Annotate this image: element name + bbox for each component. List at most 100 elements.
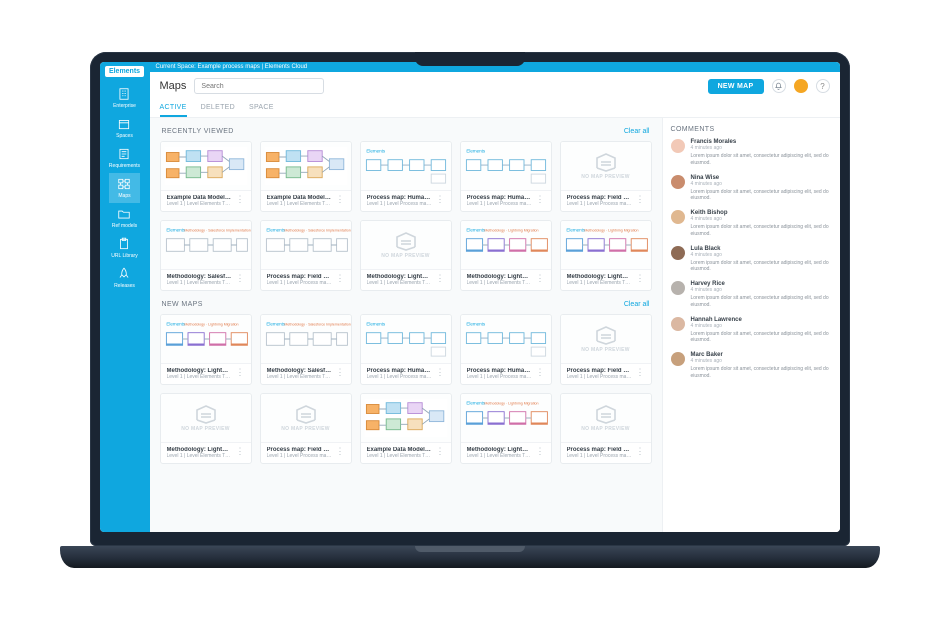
card-grid: ElementsMethodology · Lightning Migratio… (160, 314, 652, 464)
more-icon[interactable]: ⋮ (436, 447, 445, 456)
map-card[interactable]: Example Data Model to suppo…Level 1 | Le… (360, 393, 452, 464)
comment-item[interactable]: Keith Bishop4 minutes agoLorem ipsum dol… (671, 210, 832, 238)
comment-avatar (671, 352, 685, 366)
notification-icon[interactable] (772, 79, 786, 93)
map-card[interactable]: ElementsMethodology · Lightning Migratio… (160, 314, 252, 385)
more-icon[interactable]: ⋮ (636, 368, 645, 377)
map-card[interactable]: ElementsProcess map: Human Capital …Leve… (360, 314, 452, 385)
map-card[interactable]: ElementsMethodology · Lightning Migratio… (460, 393, 552, 464)
new-map-button[interactable]: NEW MAP (708, 79, 764, 94)
more-icon[interactable]: ⋮ (636, 447, 645, 456)
map-thumbnail: NO MAP PREVIEW (561, 394, 651, 442)
map-subtitle: Level 1 | Level Process map: Fie… (267, 453, 332, 459)
more-icon[interactable]: ⋮ (636, 274, 645, 283)
tab-active[interactable]: ACTIVE (160, 100, 187, 117)
more-icon[interactable]: ⋮ (636, 195, 645, 204)
more-icon[interactable]: ⋮ (336, 368, 345, 377)
map-subtitle: Level 1 | Level Elements Tutorial (567, 280, 632, 286)
map-card[interactable]: NO MAP PREVIEWMethodology: Lightning Mig… (160, 393, 252, 464)
sidebar-item-spaces[interactable]: Spaces (109, 113, 140, 143)
box-icon (117, 117, 131, 131)
maps-scroll-area[interactable]: RECENTLY VIEWEDClear allExample Data Mod… (150, 118, 662, 532)
map-thumbnail: Elements (361, 315, 451, 363)
comment-time: 4 minutes ago (691, 181, 832, 187)
map-card[interactable]: ElementsProcess map: Human Capital …Leve… (460, 141, 552, 212)
map-subtitle: Level 1 | Level Elements Tutorial (167, 280, 232, 286)
comment-item[interactable]: Lula Black4 minutes agoLorem ipsum dolor… (671, 246, 832, 274)
sidebar-item-url-library[interactable]: URL Library (109, 233, 140, 263)
more-icon[interactable]: ⋮ (336, 447, 345, 456)
comment-time: 4 minutes ago (691, 358, 832, 364)
svg-text:Elements: Elements (166, 228, 186, 233)
map-card[interactable]: Example Data Model to suppo…Level 1 | Le… (160, 141, 252, 212)
comment-item[interactable]: Hannah Lawrence4 minutes agoLorem ipsum … (671, 317, 832, 345)
sidebar-item-ref-models[interactable]: Ref models (109, 203, 140, 233)
sidebar-item-releases[interactable]: Releases (109, 263, 140, 293)
sidebar-item-label: Maps (118, 193, 130, 199)
more-icon[interactable]: ⋮ (536, 195, 545, 204)
map-card[interactable]: NO MAP PREVIEWProcess map: Field Service… (560, 141, 652, 212)
rocket-icon (117, 267, 131, 281)
svg-text:Methodology · Lightning Migrat: Methodology · Lightning Migration (584, 229, 638, 233)
map-card[interactable]: ElementsMethodology · Salesforce Impleme… (260, 314, 352, 385)
comment-text: Lorem ipsum dolor sit amet, consectetur … (691, 366, 832, 380)
search-input[interactable] (194, 78, 324, 94)
comment-avatar (671, 317, 685, 331)
more-icon[interactable]: ⋮ (536, 368, 545, 377)
more-icon[interactable]: ⋮ (236, 195, 245, 204)
laptop-bezel: Elements EnterpriseSpacesRequirements Map… (90, 52, 850, 546)
more-icon[interactable]: ⋮ (436, 274, 445, 283)
section-title: NEW MAPS (162, 301, 203, 308)
more-icon[interactable]: ⋮ (236, 274, 245, 283)
map-card[interactable]: Example Data Model to suppo…Level 1 | Le… (260, 141, 352, 212)
more-icon[interactable]: ⋮ (536, 274, 545, 283)
comment-avatar (671, 281, 685, 295)
map-card[interactable]: NO MAP PREVIEWProcess map: Field Service… (560, 393, 652, 464)
svg-text:Methodology · Salesforce Imple: Methodology · Salesforce Implementation (284, 323, 350, 327)
more-icon[interactable]: ⋮ (236, 368, 245, 377)
more-icon[interactable]: ⋮ (336, 195, 345, 204)
map-card[interactable]: ElementsProcess map: Human Capital …Leve… (460, 314, 552, 385)
sidebar-item-requirements[interactable]: Requirements (109, 143, 140, 173)
no-preview-placeholder: NO MAP PREVIEW (181, 404, 230, 432)
map-card[interactable]: ElementsProcess map: Human Capital …Leve… (360, 141, 452, 212)
sidebar-item-maps[interactable]: Maps (109, 173, 140, 203)
no-preview-placeholder: NO MAP PREVIEW (381, 231, 430, 259)
sidebar-item-enterprise[interactable]: Enterprise (109, 83, 140, 113)
help-icon[interactable]: ? (816, 79, 830, 93)
comment-item[interactable]: Francis Morales4 minutes agoLorem ipsum … (671, 139, 832, 167)
comment-time: 4 minutes ago (691, 323, 832, 329)
more-icon[interactable]: ⋮ (336, 274, 345, 283)
more-icon[interactable]: ⋮ (536, 447, 545, 456)
comment-text: Lorem ipsum dolor sit amet, consectetur … (691, 189, 832, 203)
more-icon[interactable]: ⋮ (436, 195, 445, 204)
map-card[interactable]: NO MAP PREVIEWMethodology: Lightning Mig… (360, 220, 452, 291)
tab-space[interactable]: SPACE (249, 100, 274, 117)
svg-text:Methodology · Lightning Migrat: Methodology · Lightning Migration (484, 229, 538, 233)
tab-deleted[interactable]: DELETED (201, 100, 235, 117)
comment-text: Lorem ipsum dolor sit amet, consectetur … (691, 295, 832, 309)
map-card[interactable]: NO MAP PREVIEWProcess map: Field Service… (260, 393, 352, 464)
comment-item[interactable]: Harvey Rice4 minutes agoLorem ipsum dolo… (671, 281, 832, 309)
comment-item[interactable]: Nina Wise4 minutes agoLorem ipsum dolor … (671, 175, 832, 203)
comment-text: Lorem ipsum dolor sit amet, consectetur … (691, 331, 832, 345)
clear-all-link[interactable]: Clear all (624, 301, 650, 308)
map-card[interactable]: ElementsMethodology · Lightning Migratio… (460, 220, 552, 291)
more-icon[interactable]: ⋮ (236, 447, 245, 456)
map-card[interactable]: ElementsMethodology · Salesforce Impleme… (160, 220, 252, 291)
user-avatar[interactable] (794, 79, 808, 93)
sidebar-item-label: URL Library (111, 253, 138, 259)
brand-logo[interactable]: Elements (105, 66, 144, 77)
map-card[interactable]: ElementsMethodology · Lightning Migratio… (560, 220, 652, 291)
more-icon[interactable]: ⋮ (436, 368, 445, 377)
comment-avatar (671, 246, 685, 260)
map-card[interactable]: ElementsMethodology · Salesforce Impleme… (260, 220, 352, 291)
map-card[interactable]: NO MAP PREVIEWProcess map: Field Service… (560, 314, 652, 385)
map-thumbnail (161, 142, 251, 190)
comment-item[interactable]: Marc Baker4 minutes agoLorem ipsum dolor… (671, 352, 832, 380)
map-subtitle: Level 1 | Level Elements Tutorial (167, 374, 232, 380)
svg-text:Methodology · Salesforce Imple: Methodology · Salesforce Implementation (184, 229, 250, 233)
map-thumbnail: NO MAP PREVIEW (261, 394, 351, 442)
clear-all-link[interactable]: Clear all (624, 128, 650, 135)
laptop-frame: Elements EnterpriseSpacesRequirements Map… (60, 52, 880, 568)
